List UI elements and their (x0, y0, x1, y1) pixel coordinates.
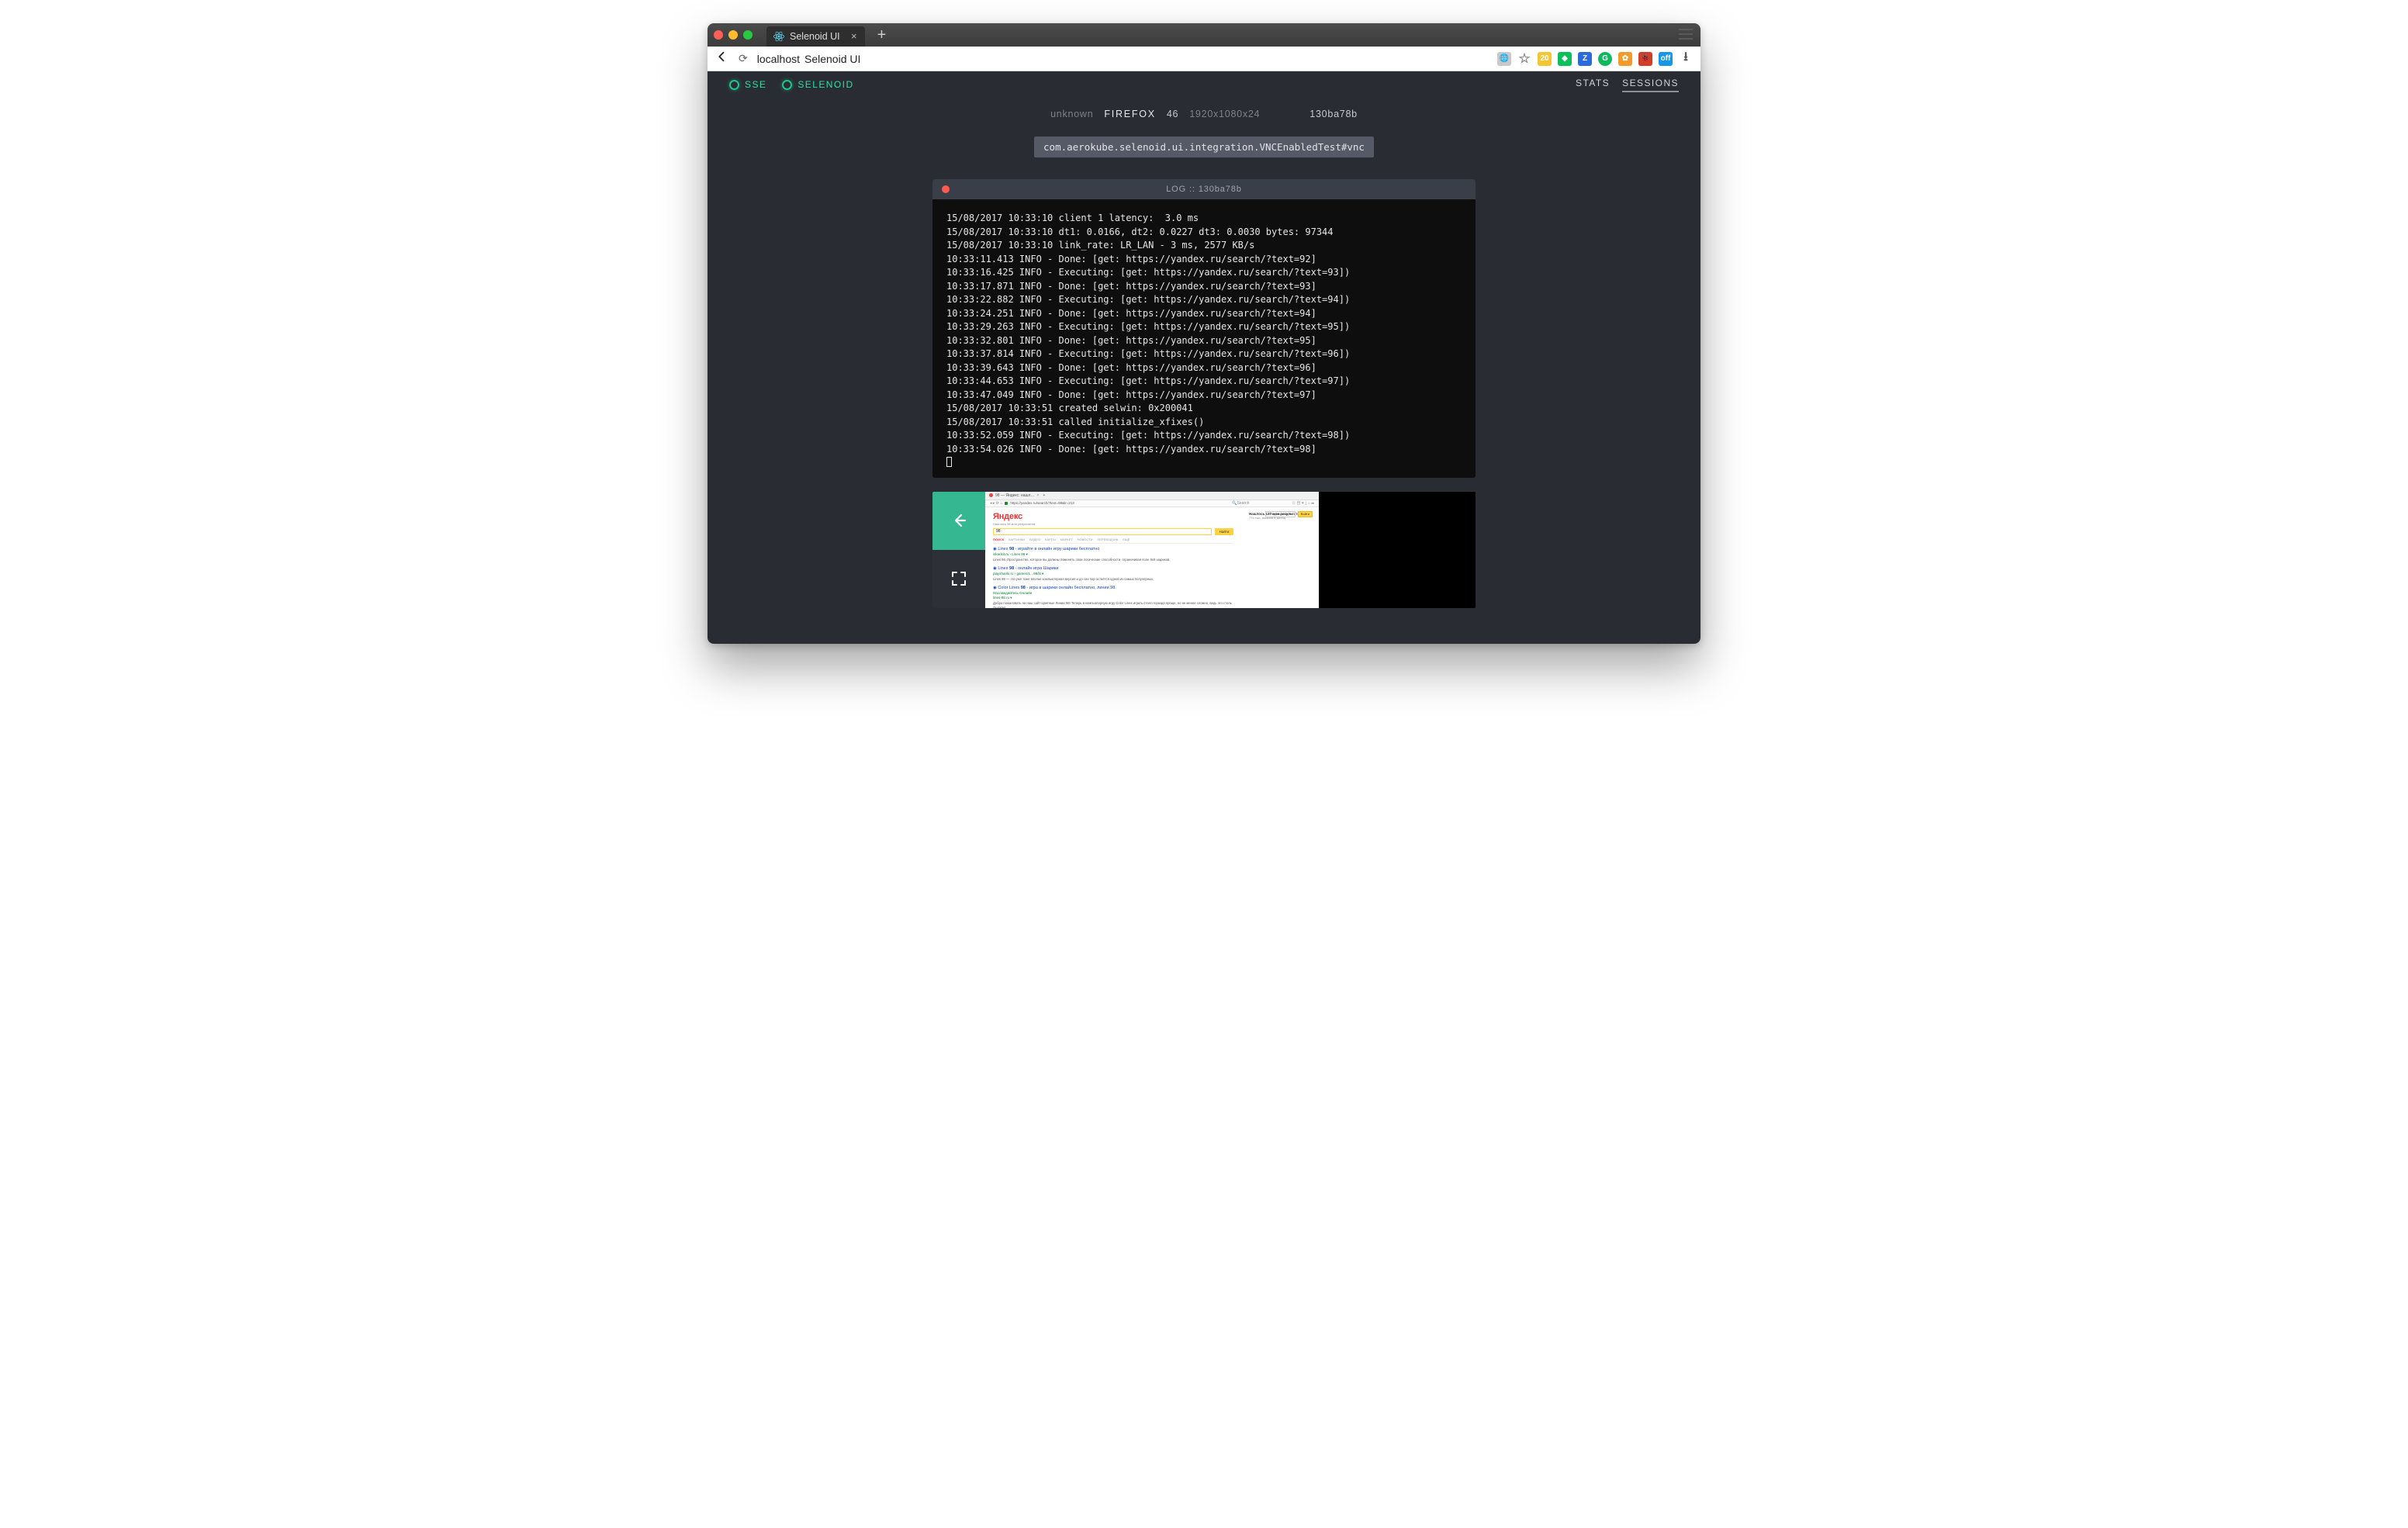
tab-close-button[interactable]: × (851, 31, 857, 41)
window-minimize-button[interactable] (728, 30, 738, 40)
bookmark-star-icon[interactable]: ☆ (1517, 52, 1531, 66)
log-panel: LOG :: 130ba78b 15/08/2017 10:33:10 clie… (932, 179, 1476, 478)
log-title-id: 130ba78b (1199, 185, 1242, 194)
remote-results: ◉ Lines 98 - играйте в онлайн игру шарик… (993, 547, 1233, 608)
tab-title: Selenoid UI (790, 31, 840, 42)
ext-paw-icon[interactable]: ✿ (1618, 52, 1632, 66)
log-title-sep: :: (1189, 185, 1195, 194)
record-dot-icon (942, 185, 950, 193)
test-name-badge: com.aerokube.selenoid.ui.integration.VNC… (1034, 137, 1374, 157)
remote-login: Войти (1298, 511, 1313, 517)
app-viewport: SSE SELENOID STATS SESSIONS unknown FIRE… (708, 71, 1700, 644)
status-dot-icon (782, 80, 792, 90)
ext-z-icon[interactable]: Z (1578, 52, 1592, 66)
remote-url: https://yandex.ru/search/?text=98&lr=213 (1010, 501, 1199, 505)
reload-button[interactable]: ⟳ (739, 52, 748, 65)
address-bar[interactable]: localhost Selenoid UI (757, 53, 861, 65)
vnc-sidebar (932, 492, 985, 608)
nav-stats-link[interactable]: STATS (1576, 78, 1610, 92)
browser-tab[interactable]: Selenoid UI × (766, 26, 865, 47)
session-id: 130ba78b (1310, 109, 1358, 119)
back-button[interactable] (715, 50, 729, 67)
downloads-icon[interactable]: ⭳ (1679, 52, 1693, 66)
vnc-fullscreen-button[interactable] (932, 550, 985, 608)
titlebar: Selenoid UI × + (708, 23, 1700, 47)
status-selenoid-label: SELENOID (797, 79, 853, 90)
status-dot-icon (729, 80, 739, 90)
window-close-button[interactable] (714, 30, 723, 40)
address-page-title: Selenoid UI (804, 53, 860, 65)
browser-toolbar: ⟳ localhost Selenoid UI 🌐 ☆ 20 ◆ Z G ✿ 🐞… (708, 47, 1700, 71)
lock-icon (1005, 502, 1008, 505)
status-sse-label: SSE (745, 79, 766, 90)
session-unknown-label: unknown (1050, 109, 1093, 119)
ext-weather-icon[interactable]: 20 (1538, 52, 1552, 66)
ext-off-icon[interactable]: off (1659, 52, 1673, 66)
log-header: LOG :: 130ba78b (932, 179, 1476, 199)
remote-search-tabs: ПОИСККАРТИНКИВИДЕОКАРТЫМАРКЕТНОВОСТИПЕРЕ… (993, 538, 1233, 541)
remote-create-account: Создать аккаунт (1265, 511, 1295, 517)
address-host: localhost (757, 53, 800, 65)
vnc-panel: 98 — Яндекс: нашл… ×+ ◂ ▸ ⟳ ⌂ https://ya… (932, 492, 1476, 608)
status-selenoid: SELENOID (782, 79, 853, 90)
vnc-back-button[interactable] (932, 492, 985, 550)
favicon-icon (989, 493, 993, 497)
remote-search-input: 98 (993, 528, 1212, 535)
remote-search-button: Найти (1215, 528, 1233, 535)
react-icon (773, 30, 785, 43)
vnc-screen[interactable]: 98 — Яндекс: нашл… ×+ ◂ ▸ ⟳ ⌂ https://ya… (985, 492, 1476, 608)
session-browser: FIREFOX (1104, 109, 1155, 119)
session-header: unknown FIREFOX 46 1920x1080x24 130ba78b (708, 109, 1700, 119)
window-menu-icon[interactable] (1679, 29, 1693, 43)
ext-translate-icon[interactable]: 🌐 (1497, 52, 1511, 66)
traffic-lights (714, 30, 752, 40)
session-version: 46 (1167, 109, 1178, 119)
yandex-logo: Яндекс (993, 512, 1233, 521)
yandex-brand-sub: Нашлось 98 млн результатов (993, 522, 1233, 526)
log-body[interactable]: 15/08/2017 10:33:10 client 1 latency: 3.… (932, 199, 1476, 478)
new-tab-button[interactable]: + (871, 26, 893, 44)
nav-sessions-link[interactable]: SESSIONS (1622, 78, 1679, 92)
status-sse: SSE (729, 79, 766, 90)
browser-window: Selenoid UI × + ⟳ localhost Selenoid UI … (708, 23, 1700, 644)
log-title-prefix: LOG (1166, 185, 1186, 194)
remote-tab-title: 98 — Яндекс: нашл… (995, 493, 1034, 498)
extensions-row: 🌐 ☆ 20 ◆ Z G ✿ 🐞 off ⭳ (1497, 52, 1693, 66)
ext-grammarly-icon[interactable]: G (1598, 52, 1612, 66)
window-zoom-button[interactable] (743, 30, 752, 40)
top-nav: SSE SELENOID STATS SESSIONS (708, 71, 1700, 98)
ext-adblock-icon[interactable]: ◆ (1558, 52, 1572, 66)
vnc-remote-page: 98 — Яндекс: нашл… ×+ ◂ ▸ ⟳ ⌂ https://ya… (985, 492, 1319, 608)
session-resolution: 1920x1080x24 (1189, 109, 1260, 119)
ext-bug-icon[interactable]: 🐞 (1638, 52, 1652, 66)
